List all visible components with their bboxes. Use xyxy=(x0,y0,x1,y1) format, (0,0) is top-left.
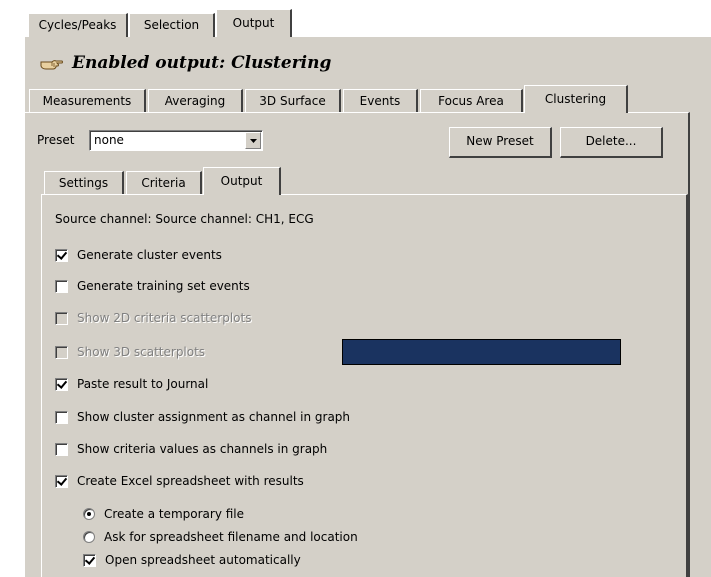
option-label: Show 2D criteria scatterplots xyxy=(77,311,252,325)
tab-averaging[interactable]: Averaging xyxy=(148,89,243,113)
checkbox[interactable] xyxy=(55,279,68,293)
header: Enabled output: Clustering xyxy=(40,51,331,75)
option-criteria-values-channels[interactable]: Show criteria values as channels in grap… xyxy=(55,440,327,458)
option-open-spreadsheet-automatically[interactable]: Open spreadsheet automatically xyxy=(83,551,301,569)
option-generate-training-set-events[interactable]: Generate training set events xyxy=(55,277,250,295)
tab-criteria[interactable]: Criteria xyxy=(126,171,202,195)
tab-selection[interactable]: Selection xyxy=(129,13,215,37)
hand-pointer-icon xyxy=(40,54,64,72)
radio-button[interactable] xyxy=(83,531,95,543)
preset-value: none xyxy=(94,133,124,147)
checkbox[interactable] xyxy=(55,442,68,456)
preset-select[interactable]: none xyxy=(89,130,263,151)
option-paste-to-journal[interactable]: Paste result to Journal xyxy=(55,375,208,393)
page-title: Enabled output: Clustering xyxy=(72,53,332,73)
option-label: Show 3D scatterplots xyxy=(77,345,206,359)
delete-preset-button[interactable]: Delete... xyxy=(560,127,663,158)
option-show-2d-scatterplots: Show 2D criteria scatterplots xyxy=(55,309,251,327)
option-label: Show criteria values as channels in grap… xyxy=(77,442,328,456)
tab-focus-area[interactable]: Focus Area xyxy=(420,89,523,113)
tab-inner-output[interactable]: Output xyxy=(203,167,281,195)
source-channel-label: Source channel: Source channel: CH1, ECG xyxy=(55,212,314,226)
checkbox[interactable] xyxy=(55,248,68,262)
radio-ask-filename[interactable]: Ask for spreadsheet filename and locatio… xyxy=(83,528,358,546)
option-show-3d-scatterplots: Show 3D scatterplots xyxy=(55,343,205,361)
checkbox[interactable] xyxy=(55,377,68,391)
option-label: Generate cluster events xyxy=(77,248,222,262)
tab-clustering[interactable]: Clustering xyxy=(524,85,628,113)
option-label: Generate training set events xyxy=(77,279,250,293)
checkbox[interactable] xyxy=(55,474,68,488)
option-label: Open spreadsheet automatically xyxy=(105,553,301,567)
radio-button[interactable] xyxy=(83,508,95,520)
option-label: Show cluster assignment as channel in gr… xyxy=(77,410,351,424)
tab-measurements[interactable]: Measurements xyxy=(29,89,146,113)
chevron-down-icon[interactable] xyxy=(245,132,261,149)
tab-3d-surface[interactable]: 3D Surface xyxy=(245,89,341,113)
highlight-bar xyxy=(342,339,621,365)
option-generate-cluster-events[interactable]: Generate cluster events xyxy=(55,246,222,264)
radio-label: Create a temporary file xyxy=(104,507,245,521)
tab-cycles-peaks[interactable]: Cycles/Peaks xyxy=(28,13,128,37)
option-create-excel-spreadsheet[interactable]: Create Excel spreadsheet with results xyxy=(55,472,304,490)
tab-events[interactable]: Events xyxy=(343,89,418,113)
checkbox xyxy=(55,311,68,325)
radio-create-temporary-file[interactable]: Create a temporary file xyxy=(83,505,244,523)
option-label: Create Excel spreadsheet with results xyxy=(77,474,304,488)
preset-label: Preset xyxy=(37,133,75,147)
option-cluster-assignment-channel[interactable]: Show cluster assignment as channel in gr… xyxy=(55,408,350,426)
option-label: Paste result to Journal xyxy=(77,377,209,391)
tab-output[interactable]: Output xyxy=(216,9,292,37)
checkbox[interactable] xyxy=(83,553,96,567)
checkbox[interactable] xyxy=(55,410,68,424)
checkbox xyxy=(55,345,68,359)
tab-settings[interactable]: Settings xyxy=(44,171,124,195)
new-preset-button[interactable]: New Preset xyxy=(449,127,552,158)
radio-label: Ask for spreadsheet filename and locatio… xyxy=(104,530,358,544)
